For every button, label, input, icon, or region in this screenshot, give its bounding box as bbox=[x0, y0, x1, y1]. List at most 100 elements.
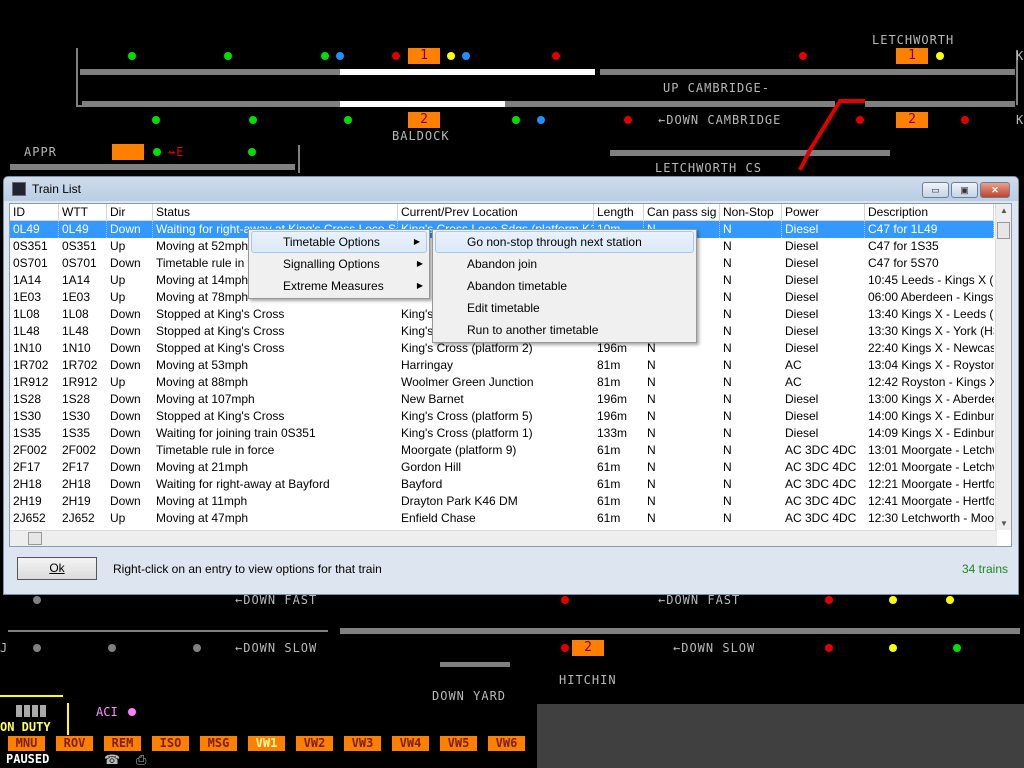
duty-status: ON DUTY bbox=[0, 720, 51, 734]
table-row[interactable]: 2H18 2H18 Down Waiting for right-away at Ba… bbox=[10, 476, 994, 493]
horizontal-scrollbar[interactable] bbox=[10, 530, 997, 546]
menu-item-extreme-measures[interactable]: Extreme Measures ▶ bbox=[249, 275, 429, 297]
table-cell: 2F002 bbox=[13, 443, 48, 457]
table-cell: Gordon Hill bbox=[401, 460, 462, 474]
menu-item-go-non-stop[interactable]: Go non-stop through next station bbox=[435, 231, 694, 253]
menu-item-run-to-another-timetable[interactable]: Run to another timetable bbox=[433, 319, 696, 341]
table-row[interactable]: 1S35 1S35 Down Waiting for joining train 0S… bbox=[10, 425, 994, 442]
table-cell: AC 3DC 4DC bbox=[785, 443, 857, 457]
table-row[interactable]: 1S30 1S30 Down Stopped at King's Cross King'… bbox=[10, 408, 994, 425]
menu-item-edit-timetable[interactable]: Edit timetable bbox=[433, 297, 696, 319]
column-header[interactable]: Power bbox=[782, 204, 865, 220]
table-cell: 13:30 Kings X - York (HST bbox=[868, 324, 994, 338]
table-cell: New Barnet bbox=[401, 392, 464, 406]
table-cell: 12:30 Letchworth - Moorga bbox=[868, 511, 994, 525]
vertical-scrollbar[interactable]: ▲ ▼ bbox=[995, 204, 1011, 530]
table-cell: King's Cross (platform 1) bbox=[401, 426, 533, 440]
table-cell: N bbox=[647, 443, 656, 457]
toolbar-button-msg[interactable]: MSG bbox=[200, 736, 237, 751]
table-cell: Diesel bbox=[785, 426, 819, 440]
line-label: ←DOWN SLOW bbox=[673, 641, 756, 655]
table-row[interactable]: 1S28 1S28 Down Moving at 107mph New Barnet 19… bbox=[10, 391, 994, 408]
toolbar-button-vw1[interactable]: VW1 bbox=[248, 736, 285, 751]
table-cell: 2H19 bbox=[13, 494, 42, 508]
column-header[interactable]: Can pass sig bbox=[644, 204, 720, 220]
toolbar-button-iso[interactable]: ISO bbox=[152, 736, 189, 751]
train-berth[interactable]: 1 bbox=[408, 48, 440, 64]
line-label: ←DOWN FAST bbox=[235, 593, 318, 607]
submenu-arrow-icon: ▶ bbox=[416, 281, 423, 290]
scroll-down-icon[interactable]: ▼ bbox=[996, 519, 1011, 528]
column-header[interactable]: Status bbox=[153, 204, 398, 220]
maximize-button[interactable]: ▣ bbox=[951, 182, 978, 198]
toolbar-button-rov[interactable]: ROV bbox=[56, 736, 93, 751]
table-cell: 2F17 bbox=[62, 460, 90, 474]
table-cell: N bbox=[723, 341, 732, 355]
menu-item-signalling-options[interactable]: Signalling Options ▶ bbox=[249, 253, 429, 275]
table-cell: N bbox=[647, 375, 656, 389]
table-cell: C47 for 5S70 bbox=[868, 256, 939, 270]
table-row[interactable]: 2H19 2H19 Down Moving at 11mph Drayton Park … bbox=[10, 493, 994, 510]
toolbar-button-mnu[interactable]: MNU bbox=[8, 736, 45, 751]
toolbar-button-vw5[interactable]: VW5 bbox=[440, 736, 477, 751]
title-bar[interactable]: Train List ▭ ▣ ✕ bbox=[4, 177, 1018, 201]
table-cell: 61m bbox=[597, 494, 621, 508]
table-row[interactable]: 1R702 1R702 Down Moving at 53mph Harringay 81… bbox=[10, 357, 994, 374]
table-cell: AC 3DC 4DC bbox=[785, 494, 857, 508]
table-row[interactable]: 2F17 2F17 Down Moving at 21mph Gordon Hill 61… bbox=[10, 459, 994, 476]
table-cell: 22:40 Kings X - Newcastle bbox=[868, 341, 994, 355]
train-berth[interactable] bbox=[112, 144, 144, 160]
table-cell: N bbox=[723, 358, 732, 372]
line-label: ←DOWN FAST bbox=[658, 593, 741, 607]
table-cell: Down bbox=[110, 443, 141, 457]
edge-label: K bbox=[1016, 49, 1024, 63]
column-header[interactable]: WTT bbox=[59, 204, 107, 220]
table-cell: 13:40 Kings X - Leeds (HS bbox=[868, 307, 994, 321]
telephone-icon[interactable]: ☎ bbox=[104, 752, 120, 768]
train-berth[interactable]: 2 bbox=[572, 640, 604, 656]
minimize-button[interactable]: ▭ bbox=[922, 182, 949, 198]
table-cell: Moorgate (platform 9) bbox=[401, 443, 517, 457]
table-row[interactable]: 2F002 2F002 Down Timetable rule in force Moo… bbox=[10, 442, 994, 459]
train-berth[interactable]: 1 bbox=[896, 48, 928, 64]
scroll-thumb[interactable] bbox=[997, 222, 1010, 239]
column-header[interactable]: Current/Prev Location bbox=[398, 204, 594, 220]
toolbar-button-vw4[interactable]: VW4 bbox=[392, 736, 429, 751]
table-cell: Down bbox=[110, 341, 141, 355]
station-label: DOWN YARD bbox=[432, 689, 507, 703]
line-label: APPR bbox=[24, 145, 57, 159]
table-row[interactable]: 2J652 2J652 Up Moving at 47mph Enfield Chase… bbox=[10, 510, 994, 527]
scroll-thumb[interactable] bbox=[28, 532, 42, 545]
menu-item-abandon-timetable[interactable]: Abandon timetable bbox=[433, 275, 696, 297]
table-cell: 1S28 bbox=[13, 392, 42, 406]
column-header[interactable]: Length bbox=[594, 204, 644, 220]
train-berth[interactable]: 2 bbox=[408, 112, 440, 128]
scroll-up-icon[interactable]: ▲ bbox=[996, 206, 1011, 215]
column-header[interactable]: ID bbox=[10, 204, 59, 220]
menu-item-timetable-options[interactable]: Timetable Options ▶ bbox=[251, 231, 427, 253]
train-berth[interactable]: 2 bbox=[896, 112, 928, 128]
table-cell: N bbox=[720, 221, 782, 238]
table-row[interactable]: 1R912 1R912 Up Moving at 88mph Woolmer Green… bbox=[10, 374, 994, 391]
toolbar-button-vw6[interactable]: VW6 bbox=[488, 736, 525, 751]
menu-item-abandon-join[interactable]: Abandon join bbox=[433, 253, 696, 275]
table-cell: AC 3DC 4DC bbox=[785, 460, 857, 474]
column-header[interactable]: Dir bbox=[107, 204, 153, 220]
ok-button[interactable]: Ok bbox=[17, 557, 97, 580]
table-cell: 2H19 bbox=[62, 494, 91, 508]
table-cell: AC 3DC 4DC bbox=[785, 477, 857, 491]
table-cell: 1A14 bbox=[62, 273, 91, 287]
toolbar-button-vw2[interactable]: VW2 bbox=[296, 736, 333, 751]
table-cell: 2F17 bbox=[13, 460, 41, 474]
column-header[interactable]: Non-Stop bbox=[720, 204, 782, 220]
column-header[interactable]: Description bbox=[865, 204, 994, 220]
table-cell: King's Cross (platform 5) bbox=[401, 409, 533, 423]
toolbar-button-vw3[interactable]: VW3 bbox=[344, 736, 381, 751]
printer-icon[interactable]: ⎙ bbox=[136, 752, 146, 768]
edge-label: J bbox=[0, 641, 9, 655]
table-cell: 1S28 bbox=[62, 392, 91, 406]
table-cell: Moving at 107mph bbox=[156, 392, 255, 406]
toolbar-button-rem[interactable]: REM bbox=[104, 736, 141, 751]
table-cell: Waiting for right-away at Bayford bbox=[156, 477, 330, 491]
close-button[interactable]: ✕ bbox=[980, 182, 1010, 198]
